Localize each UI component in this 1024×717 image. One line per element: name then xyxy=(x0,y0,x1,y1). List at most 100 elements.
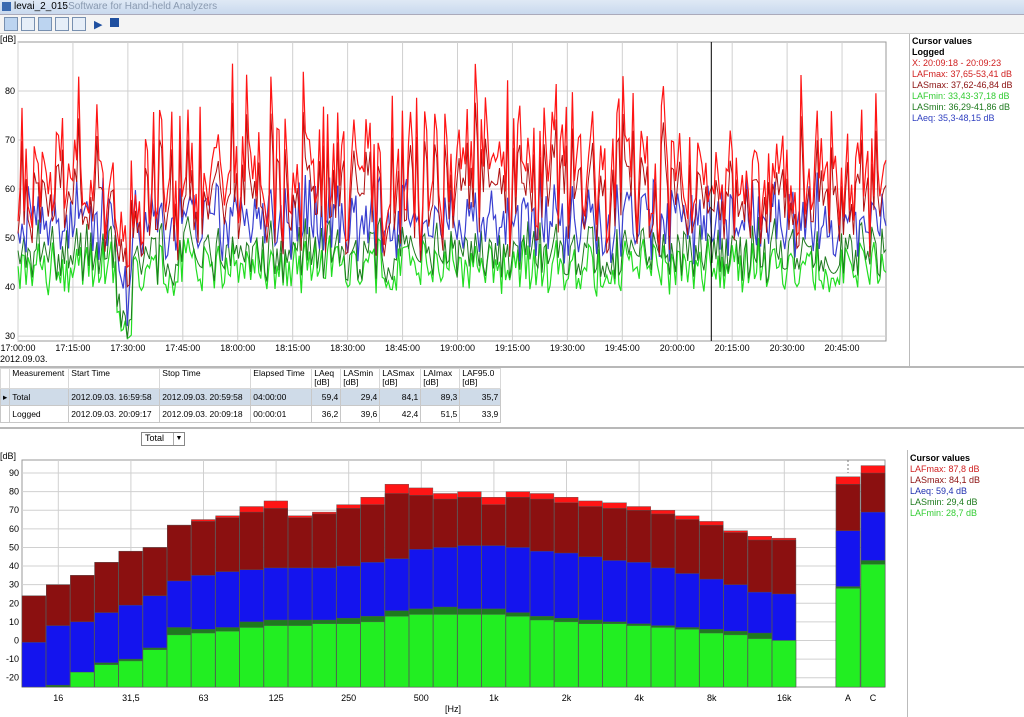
column-header[interactable]: Elapsed Time xyxy=(250,368,313,389)
legend-item: LAFmax: 37,65-53,41 dB xyxy=(912,69,1013,79)
y-tick-label: -10 xyxy=(6,654,19,664)
bar-lafmin xyxy=(481,614,506,688)
folder-graph-icon[interactable] xyxy=(21,17,35,31)
x-tick-label: 250 xyxy=(341,693,356,703)
table-row[interactable]: Logged 2012.09.03. 20:09:17 2012.09.03. 20… xyxy=(0,405,502,423)
x-tick-label: 8k xyxy=(707,693,717,703)
stop-icon[interactable] xyxy=(110,18,119,27)
table-cell: 29,4 xyxy=(340,388,381,406)
column-header[interactable]: Measurement xyxy=(9,368,70,389)
legend-item: LAeq: 59,4 dB xyxy=(910,486,968,496)
bar-chart-icon[interactable] xyxy=(38,17,52,31)
bar-lafmin xyxy=(288,625,313,688)
y-tick-label: 40 xyxy=(5,282,15,292)
y-axis-label: [dB] xyxy=(0,451,16,461)
bar-lafmin xyxy=(118,660,143,688)
x-tick-label: 19:00:00 xyxy=(440,343,475,353)
table-cell: 39,6 xyxy=(340,405,381,423)
table-cell: 2012.09.03. 20:59:58 xyxy=(159,388,252,406)
bar-lafmin xyxy=(747,638,772,688)
y-tick-label: -20 xyxy=(6,673,19,683)
top-panel-divider[interactable] xyxy=(909,34,910,366)
title-bar: levai_2_015 - Software for Hand-held Ana… xyxy=(0,0,1024,15)
x-tick-label: 18:15:00 xyxy=(275,343,310,353)
legend-title: Cursor values xyxy=(912,36,973,46)
bar-lafmin xyxy=(433,614,458,688)
window-title: levai_2_015 xyxy=(14,1,68,12)
table-cell: 51,5 xyxy=(420,405,461,423)
x-tick-label: 18:30:00 xyxy=(330,343,365,353)
column-header[interactable]: Stop Time xyxy=(159,368,252,389)
horizontal-splitter-bottom[interactable] xyxy=(0,427,1024,429)
bar-lafmin xyxy=(530,619,555,688)
date-label: 2012.09.03. xyxy=(0,354,48,364)
bar-lafmin xyxy=(578,623,603,688)
bar-lafmin xyxy=(94,664,119,688)
table-icon[interactable] xyxy=(72,17,86,31)
bar-lafmin xyxy=(602,623,627,688)
x-tick-label: 18:45:00 xyxy=(385,343,420,353)
x-tick-label: 17:45:00 xyxy=(165,343,200,353)
y-tick-label: 70 xyxy=(9,505,19,515)
y-tick-label: 30 xyxy=(9,580,19,590)
bar-lafmin xyxy=(312,623,337,688)
table-cell: 84,1 xyxy=(379,388,422,406)
bar-lafmin-weighted xyxy=(835,588,861,688)
xy-graph-icon[interactable] xyxy=(55,17,69,31)
bar-lafmin xyxy=(360,621,385,688)
x-tick-label: 19:30:00 xyxy=(550,343,585,353)
spectrum-chart[interactable]: -20 -10 0 10 20 30 40 50 60 70 80 90 [dB] [Hz] 16 31,5 6… xyxy=(0,450,907,717)
bar-lafmin xyxy=(384,616,409,688)
graph-icon[interactable] xyxy=(4,17,18,31)
y-tick-label: 70 xyxy=(5,135,15,145)
bottom-panel-divider[interactable] xyxy=(907,450,908,717)
measurement-select[interactable]: Total ▼ xyxy=(141,432,185,446)
table-cell: 33,9 xyxy=(459,405,502,423)
bar-laeq xyxy=(46,625,71,688)
table-cell: 89,3 xyxy=(420,388,461,406)
table-cell: Total xyxy=(9,388,70,406)
table-cell: 04:00:00 xyxy=(250,388,313,406)
bar-lafmin xyxy=(675,629,700,688)
column-header[interactable]: LASmax [dB] xyxy=(379,368,422,389)
bar-lasmin xyxy=(46,684,71,688)
bar-lafmin xyxy=(191,632,216,688)
play-icon[interactable]: ▶ xyxy=(94,18,102,31)
window-subtitle: - Software for Hand-held Analyzers xyxy=(62,1,218,12)
measurement-table[interactable]: Measurement Start Time Stop Time Elapsed Ti… xyxy=(0,368,502,423)
x-tick-label: 2k xyxy=(562,693,572,703)
bar-lafmin xyxy=(166,634,192,688)
x-tick-label: 17:00:00 xyxy=(0,343,35,353)
x-tick-label: 63 xyxy=(198,693,208,703)
column-header[interactable]: Start Time xyxy=(68,368,161,389)
table-cell: 2012.09.03. 20:09:17 xyxy=(68,405,161,423)
bar-lafmin xyxy=(70,671,95,688)
x-tick-label: 16k xyxy=(777,693,792,703)
table-cell: 42,4 xyxy=(379,405,422,423)
legend-item: LAFmin: 28,7 dB xyxy=(910,508,978,518)
x-tick-label: 125 xyxy=(269,693,284,703)
x-tick-label: 19:15:00 xyxy=(495,343,530,353)
bar-lafmin xyxy=(336,623,361,688)
x-tick-label: 4k xyxy=(634,693,644,703)
legend-item: LASmin: 29,4 dB xyxy=(910,497,978,507)
y-tick-label: 50 xyxy=(5,233,15,243)
bar-lafmin-weighted xyxy=(860,563,886,688)
column-header[interactable]: LAF95.0 [dB] xyxy=(459,368,502,389)
row-indicator xyxy=(0,405,11,423)
column-header[interactable]: LAImax [dB] xyxy=(420,368,461,389)
y-tick-label: 80 xyxy=(9,487,19,497)
x-tick-label: 20:30:00 xyxy=(770,343,805,353)
x-tick-label: 18:00:00 xyxy=(220,343,255,353)
chevron-down-icon[interactable]: ▼ xyxy=(173,433,184,445)
time-history-chart[interactable]: 30 40 50 60 70 80 17:00:00 17:15:00 17:30:00 17:4… xyxy=(0,34,909,366)
table-row[interactable]: ▸ Total 2012.09.03. 16:59:58 2012.09.03. 20… xyxy=(0,388,502,406)
table-cell: 00:00:01 xyxy=(250,405,313,423)
table-cell: 2012.09.03. 20:09:18 xyxy=(159,405,252,423)
legend-item: LAeq: 35,3-48,15 dB xyxy=(912,113,995,123)
column-header[interactable]: LASmin [dB] xyxy=(340,368,381,389)
legend-item: LASmax: 84,1 dB xyxy=(910,475,981,485)
column-header[interactable]: LAeq [dB] xyxy=(311,368,342,389)
row-indicator-header xyxy=(0,368,11,389)
table-cell: Logged xyxy=(9,405,70,423)
